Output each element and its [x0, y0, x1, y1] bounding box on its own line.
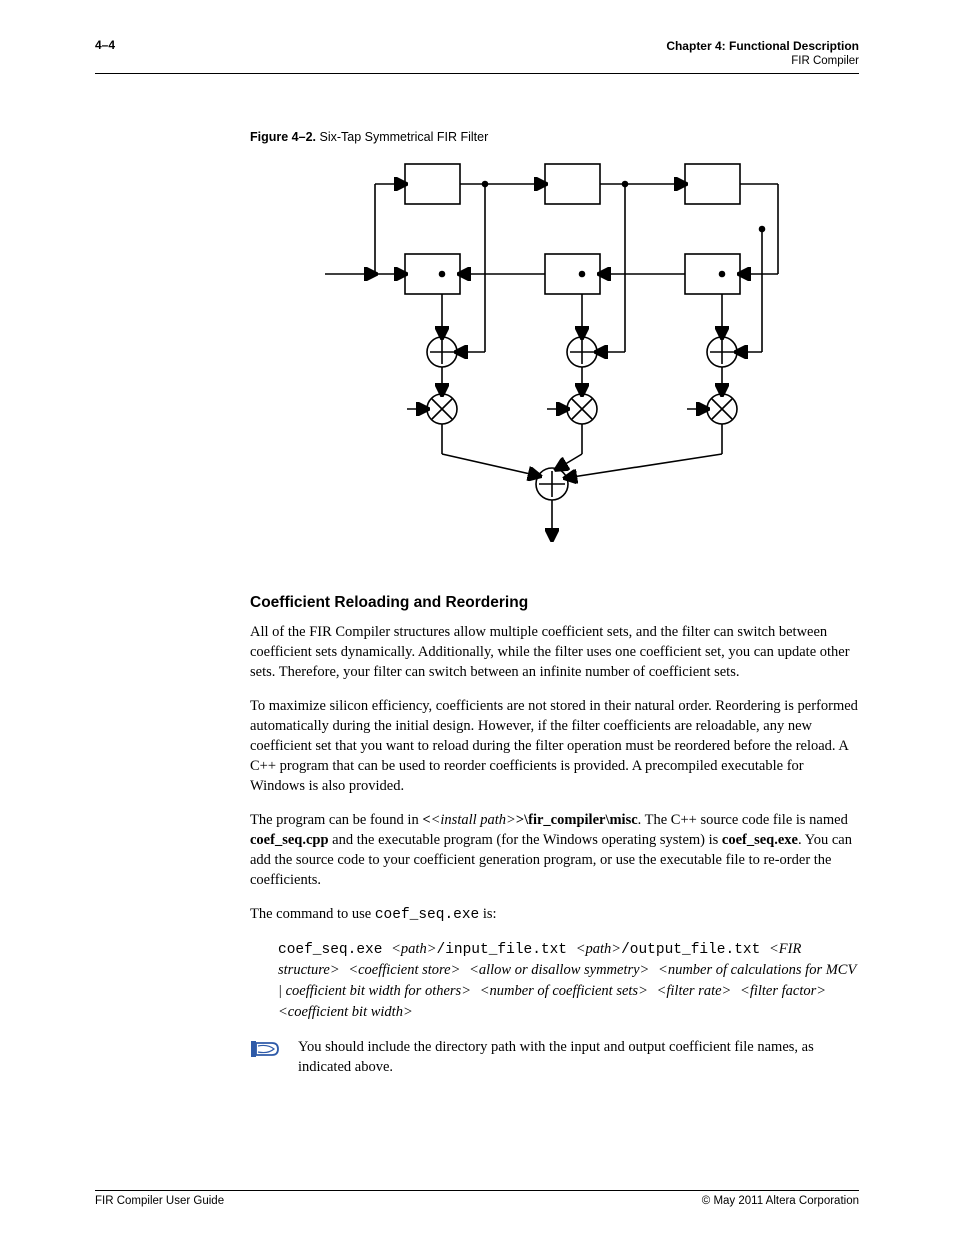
- exe-name: coef_seq.exe: [375, 907, 479, 923]
- slash: /: [436, 942, 445, 958]
- text: . The C++ source code file is named: [638, 812, 848, 828]
- paragraph-4: The command to use coef_seq.exe is:: [250, 904, 859, 925]
- page-number: 4–4: [95, 38, 115, 52]
- content-area: Figure 4–2. Six-Tap Symmetrical FIR Filt…: [250, 130, 859, 1077]
- footer-right: © May 2011 Altera Corporation: [702, 1195, 859, 1207]
- cmd-factor: <filter factor>: [740, 983, 826, 999]
- footer-left: FIR Compiler User Guide: [95, 1195, 224, 1207]
- cmd-outfile: output_file.txt: [630, 942, 769, 958]
- text: The program can be found in: [250, 812, 422, 828]
- text: and the executable program (for the Wind…: [329, 832, 722, 848]
- note-text: You should include the directory path wi…: [298, 1037, 859, 1077]
- figure-label: Figure 4–2.: [250, 130, 316, 144]
- paragraph-3: The program can be found in <<install pa…: [250, 810, 859, 890]
- cmd-sym: <allow or disallow symmetry>: [469, 962, 649, 978]
- page-header: 4–4 Chapter 4: Functional Description FI…: [95, 38, 859, 74]
- section-name: FIR Compiler: [666, 54, 859, 70]
- cmd-exe: coef_seq.exe: [278, 942, 382, 958]
- page-footer: FIR Compiler User Guide © May 2011 Alter…: [95, 1190, 859, 1207]
- src-file: coef_seq.cpp: [250, 832, 329, 848]
- text: is:: [479, 906, 496, 922]
- header-right: Chapter 4: Functional Description FIR Co…: [666, 38, 859, 70]
- fir-filter-diagram: [315, 154, 795, 554]
- note-block: You should include the directory path wi…: [250, 1037, 859, 1077]
- chapter-title: Chapter 4: Functional Description: [666, 38, 859, 54]
- command-syntax: coef_seq.exe <path>/input_file.txt <path…: [278, 939, 859, 1023]
- exe-file: coef_seq.exe: [722, 832, 798, 848]
- text: The command to use: [250, 906, 375, 922]
- slash: /: [621, 942, 630, 958]
- cmd-coef-store: <coefficient store>: [348, 962, 460, 978]
- paragraph-2: To maximize silicon efficiency, coeffici…: [250, 696, 859, 796]
- figure-title: Six-Tap Symmetrical FIR Filter: [319, 130, 488, 144]
- install-path: <install path>: [431, 812, 516, 828]
- cmd-width: <coefficient bit width>: [278, 1004, 413, 1020]
- cmd-infile: input_file.txt: [445, 942, 576, 958]
- cmd-path-b: <path>: [576, 941, 621, 957]
- cmd-sets: <number of coefficient sets>: [480, 983, 648, 999]
- figure-caption: Figure 4–2. Six-Tap Symmetrical FIR Filt…: [250, 130, 859, 144]
- cmd-path-a: <path>: [391, 941, 436, 957]
- cmd-rate: <filter rate>: [657, 983, 732, 999]
- path-suffix: \fir_compiler\misc: [524, 812, 638, 828]
- note-hand-icon: [250, 1039, 280, 1059]
- paragraph-1: All of the FIR Compiler structures allow…: [250, 622, 859, 682]
- section-heading: Coefficient Reloading and Reordering: [250, 594, 859, 612]
